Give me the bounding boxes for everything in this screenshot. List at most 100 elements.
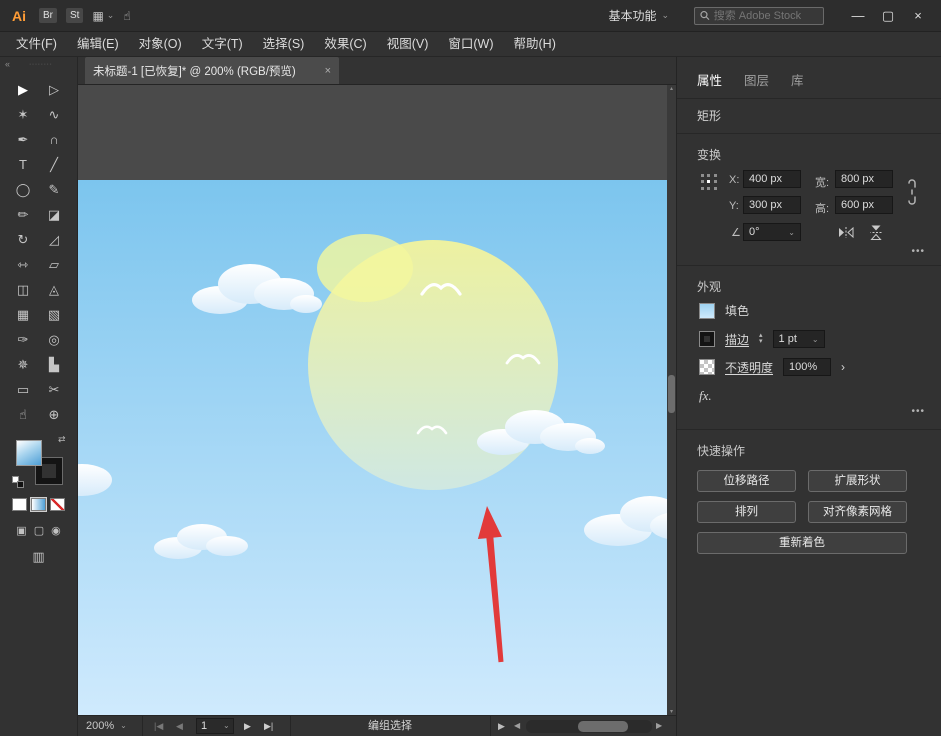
flip-vertical-button[interactable] xyxy=(865,224,887,240)
arrange-documents-icon[interactable]: ▦ xyxy=(92,9,103,23)
menu-type[interactable]: 文字(T) xyxy=(192,32,253,57)
mesh-tool[interactable]: ▦ xyxy=(8,305,39,324)
more-options-icon[interactable]: ••• xyxy=(911,246,925,257)
next-artboard-button[interactable]: ▶ xyxy=(244,716,251,736)
free-transform-tool[interactable]: ▱ xyxy=(39,255,70,274)
paintbrush-tool[interactable]: ✎ xyxy=(39,180,70,199)
x-input[interactable] xyxy=(743,170,801,188)
stroke-label[interactable]: 描边 xyxy=(725,331,749,348)
perspective-grid-tool[interactable]: ◬ xyxy=(39,280,70,299)
opacity-submenu-icon[interactable]: › xyxy=(841,360,845,374)
stroke-swatch[interactable] xyxy=(699,331,715,347)
arrange-button[interactable]: 排列 xyxy=(697,501,796,523)
hand-tool[interactable]: ☝ xyxy=(8,405,39,424)
scale-tool[interactable]: ◿ xyxy=(39,230,70,249)
search-input[interactable] xyxy=(714,10,818,22)
panel-grip-icon[interactable]: ∙∙∙∙∙∙∙∙ xyxy=(29,61,53,68)
previous-artboard-button[interactable]: ◀ xyxy=(176,716,183,736)
opacity-swatch[interactable] xyxy=(699,359,715,375)
close-tab-icon[interactable]: × xyxy=(325,65,331,77)
scroll-up-icon[interactable]: ▴ xyxy=(667,85,676,92)
opacity-label[interactable]: 不透明度 xyxy=(725,359,773,376)
draw-behind-icon[interactable]: ▢ xyxy=(34,524,44,537)
flip-horizontal-button[interactable] xyxy=(835,224,857,240)
zoom-control[interactable]: 200% ⌄ xyxy=(86,716,127,736)
artboard[interactable] xyxy=(78,180,667,715)
gradient-button[interactable] xyxy=(31,498,46,511)
expand-shape-button[interactable]: 扩展形状 xyxy=(808,470,907,492)
horizontal-scroll-thumb[interactable] xyxy=(578,721,628,732)
recolor-button[interactable]: 重新着色 xyxy=(697,532,907,554)
opacity-dropdown[interactable]: 100% xyxy=(783,358,831,376)
shape-builder-tool[interactable]: ◫ xyxy=(8,280,39,299)
draw-normal-icon[interactable]: ▣ xyxy=(16,524,26,537)
horizontal-scrollbar[interactable] xyxy=(526,720,652,733)
fill-label[interactable]: 填色 xyxy=(725,302,749,319)
artboard-number-input[interactable] xyxy=(201,720,223,732)
pencil-tool[interactable]: ✏ xyxy=(8,205,39,224)
pen-tool[interactable]: ✒ xyxy=(8,130,39,149)
stepper-down-icon[interactable]: ▾ xyxy=(759,339,763,345)
stock-button[interactable]: St xyxy=(66,8,83,23)
lasso-tool[interactable]: ∿ xyxy=(39,105,70,124)
line-segment-tool[interactable]: ╱ xyxy=(39,155,70,174)
draw-inside-icon[interactable]: ◉ xyxy=(51,524,61,537)
sun-highlight-shape[interactable] xyxy=(317,234,413,302)
type-tool[interactable]: T xyxy=(8,155,39,174)
artboard-navigation[interactable]: ⌄ xyxy=(196,718,234,734)
ellipse-tool[interactable]: ◯ xyxy=(8,180,39,199)
eyedropper-tool[interactable]: ✑ xyxy=(8,330,39,349)
align-pixel-grid-button[interactable]: 对齐像素网格 xyxy=(808,501,907,523)
slice-tool[interactable]: ✂ xyxy=(39,380,70,399)
swap-fill-stroke-icon[interactable]: ⇄ xyxy=(58,434,66,445)
scroll-down-icon[interactable]: ▾ xyxy=(667,708,676,715)
more-options-icon[interactable]: ••• xyxy=(911,406,925,417)
rotation-dropdown[interactable]: 0° ⌄ xyxy=(743,223,801,241)
width-tool[interactable]: ⇿ xyxy=(8,255,39,274)
artboard-tool[interactable]: ▭ xyxy=(8,380,39,399)
bridge-button[interactable]: Br xyxy=(39,8,57,23)
gradient-tool[interactable]: ▧ xyxy=(39,305,70,324)
eraser-tool[interactable]: ◪ xyxy=(39,205,70,224)
menu-object[interactable]: 对象(O) xyxy=(129,32,192,57)
screen-mode-icon[interactable]: ▥ xyxy=(32,549,44,564)
tab-libraries[interactable]: 库 xyxy=(791,70,804,89)
hand-icon[interactable]: ☝ xyxy=(123,9,130,23)
default-fill-stroke-icon[interactable] xyxy=(12,476,24,488)
tab-layers[interactable]: 图层 xyxy=(744,70,769,89)
menu-effect[interactable]: 效果(C) xyxy=(314,32,376,57)
status-menu-icon[interactable]: ▶ xyxy=(498,716,505,736)
vertical-scrollbar[interactable]: ▴ ▾ xyxy=(667,85,676,715)
none-button[interactable] xyxy=(50,498,65,511)
fx-button[interactable]: fx. xyxy=(699,388,712,404)
menu-select[interactable]: 选择(S) xyxy=(253,32,315,57)
collapse-panel-icon[interactable]: « xyxy=(5,59,10,69)
scroll-right-icon[interactable]: ▶ xyxy=(656,716,662,736)
direct-selection-tool[interactable]: ▷ xyxy=(39,80,70,99)
menu-window[interactable]: 窗口(W) xyxy=(438,32,503,57)
tab-properties[interactable]: 属性 xyxy=(697,70,722,89)
width-input[interactable] xyxy=(835,170,893,188)
stroke-stepper[interactable]: ▴ ▾ xyxy=(759,333,763,345)
canvas[interactable] xyxy=(78,85,667,715)
symbol-sprayer-tool[interactable]: ✵ xyxy=(8,355,39,374)
minimize-button[interactable]: — xyxy=(843,0,873,32)
magic-wand-tool[interactable]: ✶ xyxy=(8,105,39,124)
menu-file[interactable]: 文件(F) xyxy=(6,32,67,57)
blend-tool[interactable]: ◎ xyxy=(39,330,70,349)
scroll-left-icon[interactable]: ◀ xyxy=(514,716,520,736)
workspace-switcher[interactable]: 基本功能 ⌄ xyxy=(608,7,669,24)
column-graph-tool[interactable]: ▙ xyxy=(39,355,70,374)
menu-help[interactable]: 帮助(H) xyxy=(504,32,566,57)
fill-swatch[interactable] xyxy=(699,303,715,319)
constrain-proportions-icon[interactable] xyxy=(905,176,919,208)
stroke-weight-dropdown[interactable]: 1 pt ⌄ xyxy=(773,330,825,348)
curvature-tool[interactable]: ∩ xyxy=(39,130,70,149)
rotate-tool[interactable]: ↻ xyxy=(8,230,39,249)
reference-point-locator[interactable] xyxy=(699,172,719,192)
fill-color-well[interactable] xyxy=(16,440,42,466)
last-artboard-button[interactable]: ▶| xyxy=(264,716,273,736)
color-button[interactable] xyxy=(12,498,27,511)
menu-edit[interactable]: 编辑(E) xyxy=(67,32,129,57)
close-button[interactable]: × xyxy=(903,0,933,32)
